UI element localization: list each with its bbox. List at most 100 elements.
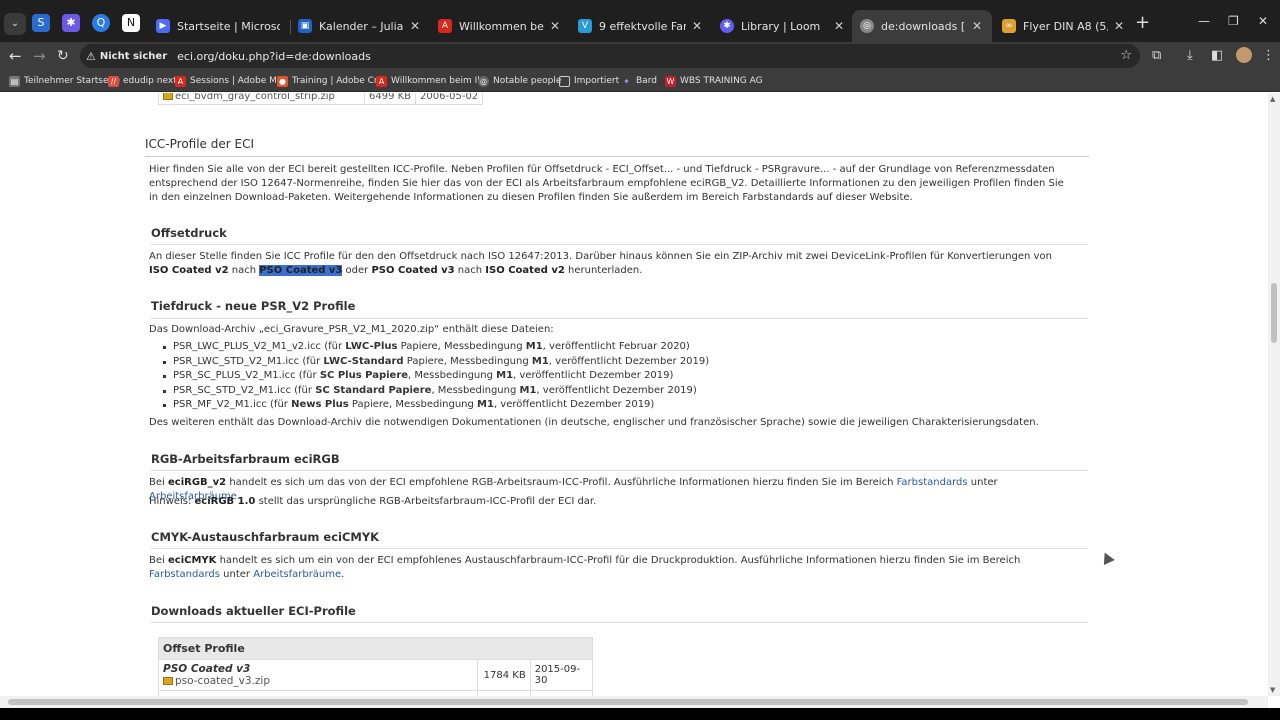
- close-icon[interactable]: ✕: [410, 19, 420, 33]
- bookmarks-bar: ▤ Teilnehmer Startseite // edudip next A…: [0, 70, 1280, 92]
- browser-toolbar: ← → ↻ ⚠ Nicht sicher eci.org/doku.php?id…: [0, 42, 1280, 70]
- farbstandards-link[interactable]: Farbstandards: [149, 569, 220, 580]
- bookmark-edudip[interactable]: // edudip next: [108, 73, 177, 89]
- tab-title: Willkommen beim InDesig: [459, 19, 544, 33]
- tab-search-chevron-icon[interactable]: ⌄: [4, 13, 26, 35]
- close-icon[interactable]: ✕: [692, 19, 702, 33]
- vertical-scrollbar[interactable]: ▲ ▼: [1268, 93, 1280, 696]
- table-row: PSO Coated v3 pso-coated_v3.zip 1784 KB …: [157, 659, 594, 691]
- bookmark-importiert[interactable]: Importiert: [559, 73, 619, 89]
- extensions-puzzle-icon[interactable]: ⧉: [1152, 48, 1161, 63]
- icc-file-list: PSR_LWC_PLUS_V2_M1_v2.icc (für LWC-Plus …: [162, 340, 709, 413]
- tab-farbtrends[interactable]: V 9 effektvolle Farbtrends fü ✕: [570, 10, 712, 42]
- bookmark-bard[interactable]: ✦ Bard: [621, 73, 657, 89]
- wbs-icon: W: [665, 75, 676, 87]
- bookmark-wbs[interactable]: W WBS TRAINING AG: [665, 73, 763, 89]
- file-link[interactable]: eci_bvdm_gray_control_strip.zip: [175, 93, 335, 102]
- size-cell: 1784 KB: [477, 659, 531, 691]
- scroll-up-arrow-icon[interactable]: ▲: [1270, 95, 1275, 103]
- tab-eci-downloads[interactable]: ◎ de:downloads [ECI Europe ✕: [852, 10, 992, 42]
- bookmark-star-icon[interactable]: ☆: [1120, 48, 1132, 63]
- tab-title: 9 effektvolle Farbtrends fü: [599, 19, 686, 33]
- reload-icon[interactable]: ↻: [57, 46, 69, 66]
- divider: [151, 318, 1088, 319]
- selected-text[interactable]: PSO Coated v3: [259, 265, 343, 276]
- scrollbar-thumb[interactable]: [1271, 283, 1277, 343]
- tab-flyer[interactable]: ∞ Flyer DIN A8 (5,2 cm x 7,4 ✕: [994, 10, 1134, 42]
- minimize-icon[interactable]: —: [1198, 14, 1210, 28]
- bookmark-label: Importiert: [574, 76, 620, 86]
- globe-icon: ◎: [860, 19, 874, 33]
- cmyk-text: Bei eciCMYK handelt es sich um ein von d…: [149, 555, 1021, 580]
- downloads-heading: Downloads aktueller ECI-Profile: [151, 604, 356, 618]
- close-icon[interactable]: ✕: [834, 19, 844, 33]
- divider: [151, 548, 1088, 549]
- profile-avatar[interactable]: [1236, 47, 1252, 63]
- divider: [151, 470, 1088, 471]
- tab-microsoft-365[interactable]: ▶ Startseite | Microsoft 365: [148, 10, 290, 42]
- downloads-icon[interactable]: ⤓: [1187, 48, 1193, 63]
- bookmark-willkommen[interactable]: A Willkommen beim Il...: [376, 73, 488, 89]
- forward-arrow-icon[interactable]: →: [33, 46, 46, 66]
- offset-heading: Offsetdruck: [151, 226, 227, 240]
- bookmark-training-adobe[interactable]: ● Training | Adobe Cr...: [277, 73, 385, 89]
- tiefdruck-heading: Tiefdruck - neue PSR_V2 Profile: [151, 299, 356, 313]
- profile-cell: PSO Coated v3 pso-coated_v3.zip: [157, 659, 479, 691]
- file-link[interactable]: pso-coated_v3.zip: [175, 675, 270, 687]
- security-indicator[interactable]: ⚠ Nicht sicher: [86, 50, 167, 63]
- zip-file-icon: [163, 93, 173, 100]
- tiefdruck-outro: Des weiteren enthält das Download-Archiv…: [149, 417, 1039, 428]
- address-bar[interactable]: ⚠ Nicht sicher eci.org/doku.php?id=de:do…: [80, 44, 1140, 68]
- url-text[interactable]: eci.org/doku.php?id=de:downloads: [177, 50, 371, 63]
- adobe-icon: A: [376, 75, 387, 87]
- list-item: PSR_SC_PLUS_V2_M1.icc (für SC Plus Papie…: [162, 369, 709, 384]
- tab-title: Library | Loom: [741, 19, 821, 33]
- horizontal-scrollbar[interactable]: [0, 696, 1268, 708]
- notion-icon[interactable]: N: [122, 14, 140, 32]
- window-bottom-edge: [0, 708, 1280, 720]
- window-close-icon[interactable]: ✕: [1258, 14, 1268, 28]
- arbeitsfarbraeume-link[interactable]: Arbeitsfarbräume: [253, 569, 341, 580]
- globe-icon: ◎: [478, 75, 489, 87]
- tiefdruck-intro: Das Download-Archiv „eci_Gravure_PSR_V2_…: [149, 324, 554, 335]
- microsoft-365-icon: ▶: [156, 19, 170, 33]
- tab-indesign[interactable]: A Willkommen beim InDesig ✕: [430, 10, 570, 42]
- search-q-icon[interactable]: Q: [92, 14, 110, 32]
- loom-icon: ✱: [720, 19, 734, 33]
- back-arrow-icon[interactable]: ←: [9, 46, 22, 66]
- bookmark-label: Sessions | Adobe M...: [190, 76, 286, 86]
- bard-icon: ✦: [623, 76, 630, 86]
- close-icon[interactable]: ✕: [1114, 19, 1124, 33]
- offset-profiles-table: Offset Profile PSO Coated v3 pso-coated_…: [157, 637, 594, 696]
- close-icon[interactable]: ✕: [972, 19, 982, 33]
- maximize-icon[interactable]: ❐: [1228, 14, 1239, 28]
- new-tab-plus-icon[interactable]: +: [1135, 14, 1150, 32]
- bookmark-teilnehmer[interactable]: ▤ Teilnehmer Startseite: [9, 73, 120, 89]
- zip-file-icon: [163, 677, 173, 685]
- bookmark-sessions-adobe[interactable]: A Sessions | Adobe M...: [175, 73, 285, 89]
- scroll-down-arrow-icon[interactable]: ▼: [1270, 686, 1275, 694]
- tab-loom[interactable]: ✱ Library | Loom ✕: [712, 10, 854, 42]
- menu-kebab-icon[interactable]: ⋮: [1262, 48, 1275, 63]
- tab-title: Startseite | Microsoft 365: [177, 19, 280, 33]
- farbstandards-link[interactable]: Farbstandards: [897, 477, 968, 488]
- list-item: PSR_LWC_STD_V2_M1.icc (für LWC-Standard …: [162, 355, 709, 370]
- side-panel-icon[interactable]: ◧: [1211, 48, 1223, 63]
- table-row: eci_bvdm_gray_control_strip.zip 6499 KB …: [158, 93, 484, 105]
- bookmark-label: Willkommen beim Il...: [391, 76, 489, 86]
- tab-calendar[interactable]: ▣ Kalender – Julia Röken – C ✕: [290, 10, 430, 42]
- bookmark-label: WBS TRAINING AG: [680, 76, 763, 86]
- settings-gear-icon[interactable]: ✱: [62, 14, 80, 32]
- bookmark-notable-people[interactable]: ◎ Notable people: [478, 73, 561, 89]
- rgb-hint: Hinweis: eciRGB 1.0 stellt das ursprüngl…: [149, 496, 597, 507]
- close-icon[interactable]: ✕: [550, 19, 560, 33]
- divider: [151, 244, 1088, 245]
- file-cell: eci_bvdm_gray_control_strip.zip: [158, 93, 365, 105]
- tab-strip: ⌄ S ✱ Q N ▶ Startseite | Microsoft 365 ▣…: [0, 0, 1280, 46]
- sharepoint-icon[interactable]: S: [32, 14, 50, 32]
- divider: [151, 622, 1088, 623]
- scrollbar-thumb[interactable]: [8, 699, 1248, 705]
- icc-intro-text: Hier finden Sie alle von der ECI bereit …: [149, 164, 1064, 203]
- date-cell: 2006-05-02: [415, 93, 484, 105]
- flyer-site-icon: ∞: [1002, 19, 1016, 33]
